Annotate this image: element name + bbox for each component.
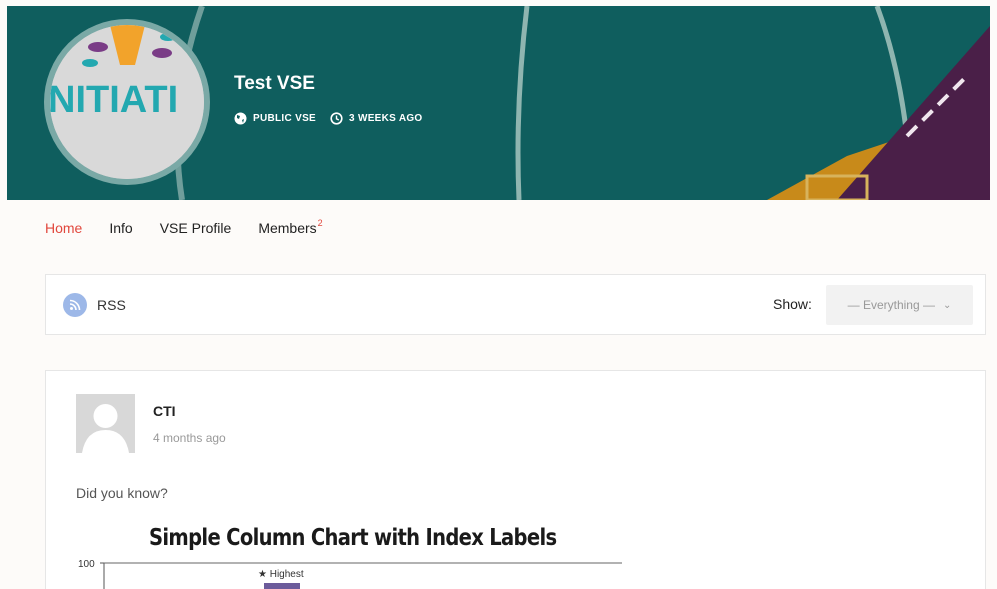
activity-item: CTI 4 months ago Did you know? Simple Co… <box>45 370 986 589</box>
clock-icon <box>330 112 343 125</box>
activity-text: Did you know? <box>76 485 168 501</box>
rss-label: RSS <box>97 297 126 313</box>
group-avatar[interactable]: NITIATI <box>44 19 210 185</box>
activity-author[interactable]: CTI <box>153 403 176 419</box>
tab-members[interactable]: Members2 <box>258 218 323 236</box>
group-nav: Home Info VSE Profile Members2 <box>45 218 350 236</box>
tab-info[interactable]: Info <box>109 220 132 236</box>
activity-filter-bar: RSS Show: — Everything — ⌄ <box>45 274 986 335</box>
chart-bar <box>264 583 300 589</box>
members-count-badge: 2 <box>317 218 323 228</box>
visibility-item: PUBLIC VSE <box>234 112 316 125</box>
user-placeholder-icon <box>76 394 135 453</box>
chevron-down-icon: ⌄ <box>942 299 952 311</box>
tab-home[interactable]: Home <box>45 220 82 236</box>
page: NITIATI Test VSE PUBLIC VSE 3 WEEKS AGO <box>0 0 997 589</box>
tab-members-label: Members <box>258 220 317 236</box>
chart-y-tick-label: 100 <box>78 559 95 570</box>
chart-index-label: ★ Highest <box>258 569 304 580</box>
activity-time-item: 3 WEEKS AGO <box>330 112 423 125</box>
activity-time[interactable]: 4 months ago <box>153 431 226 445</box>
avatar[interactable] <box>76 394 135 453</box>
visibility-label: PUBLIC VSE <box>253 113 317 124</box>
tab-vse-profile[interactable]: VSE Profile <box>160 220 232 236</box>
group-title: Test VSE <box>234 73 315 94</box>
chart-plot: 100 ★ Highest <box>78 559 622 589</box>
group-meta: PUBLIC VSE 3 WEEKS AGO <box>234 112 437 125</box>
rss-icon <box>63 293 87 317</box>
activity-filter-value: — Everything — <box>847 298 935 312</box>
group-logo-image: NITIATI <box>50 25 204 179</box>
rss-link[interactable]: RSS <box>63 293 126 317</box>
chart-image: Simple Column Chart with Index Labels 10… <box>74 523 634 589</box>
last-active-label: 3 WEEKS AGO <box>349 113 423 124</box>
group-cover-image: NITIATI Test VSE PUBLIC VSE 3 WEEKS AGO <box>7 6 990 200</box>
activity-filter-select[interactable]: — Everything — ⌄ <box>826 285 973 325</box>
globe-icon <box>234 112 247 125</box>
logo-text: NITIATI <box>50 79 178 121</box>
show-label: Show: <box>773 296 812 312</box>
